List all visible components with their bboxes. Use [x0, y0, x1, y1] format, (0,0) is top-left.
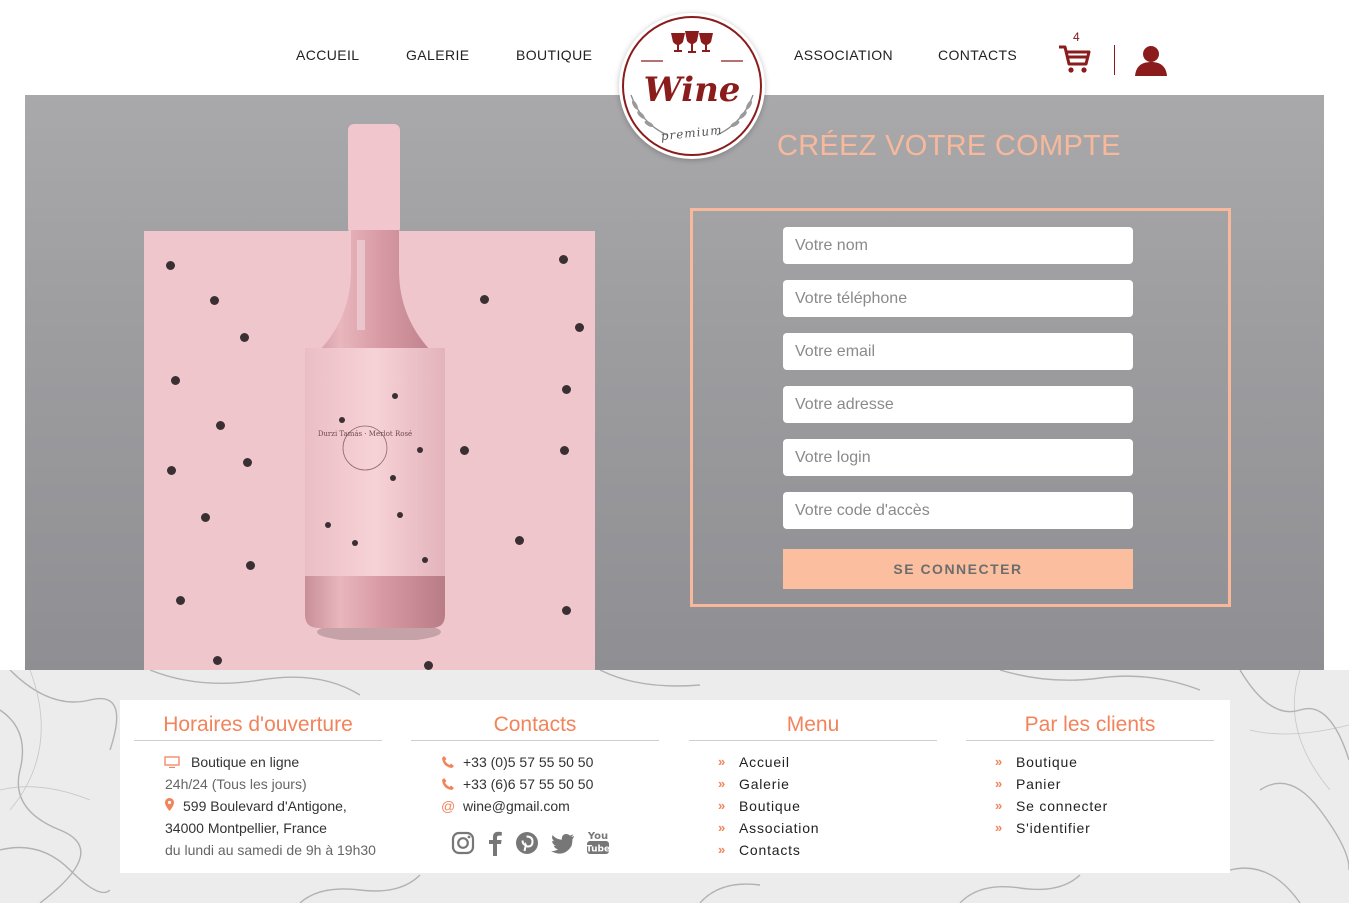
chevron-right-icon: » — [718, 820, 726, 835]
menu-rule — [689, 740, 937, 741]
cart-count-badge: 4 — [1073, 30, 1080, 44]
clients-title: Par les clients — [1024, 713, 1156, 736]
address-field[interactable] — [783, 386, 1133, 423]
site-footer: Horaires d'ouverture Boutique en ligne 2… — [0, 670, 1349, 903]
contacts-title: Contacts — [493, 713, 577, 736]
footer-client-sidentifier[interactable]: S'identifier — [1016, 820, 1091, 836]
chevron-right-icon: » — [718, 842, 726, 857]
hours-title: Horaires d'ouverture — [163, 713, 353, 736]
youtube-icon[interactable]: You Tube — [586, 828, 610, 856]
address-line-1: 599 Boulevard d'Antigone, — [183, 798, 347, 814]
online-hours: 24h/24 (Tous les jours) — [165, 776, 307, 792]
location-pin-icon — [165, 798, 174, 811]
nav-galerie[interactable]: GALERIE — [406, 47, 470, 63]
online-shop-label: Boutique en ligne — [191, 754, 300, 770]
page-title: CRÉEZ VOTRE COMPTE — [777, 130, 1121, 162]
instagram-icon[interactable] — [450, 830, 476, 856]
cart-icon[interactable] — [1058, 44, 1092, 74]
nav-accueil[interactable]: ACCUEIL — [296, 47, 359, 63]
nav-contacts[interactable]: CONTACTS — [938, 47, 1017, 63]
phone-icon — [442, 778, 454, 790]
hero-section: Durzi Tamás · Merlot Rosé CRÉEZ VOTRE CO… — [25, 95, 1324, 670]
phone-number-2[interactable]: +33 (6)6 57 55 50 50 — [463, 776, 593, 792]
nav-boutique[interactable]: BOUTIQUE — [516, 47, 592, 63]
email-field[interactable] — [783, 333, 1133, 370]
nav-association[interactable]: ASSOCIATION — [794, 47, 893, 63]
logo-emblem-icon: Wine premium — [622, 16, 762, 156]
svg-text:You: You — [587, 831, 608, 842]
footer-menu-galerie[interactable]: Galerie — [739, 776, 790, 792]
twitter-icon[interactable] — [550, 830, 576, 856]
chevron-right-icon: » — [718, 776, 726, 791]
footer-menu-accueil[interactable]: Accueil — [739, 754, 790, 770]
chevron-right-icon: » — [718, 754, 726, 769]
access-code-field[interactable] — [783, 492, 1133, 529]
footer-panel: Horaires d'ouverture Boutique en ligne 2… — [120, 700, 1230, 873]
submit-button[interactable]: SE CONNECTER — [783, 549, 1133, 589]
footer-menu-association[interactable]: Association — [739, 820, 819, 836]
menu-title: Menu — [786, 713, 840, 736]
opening-days: du lundi au samedi de 9h à 19h30 — [165, 842, 376, 858]
contacts-rule — [411, 740, 659, 741]
chevron-right-icon: » — [995, 798, 1003, 813]
pinterest-icon[interactable] — [514, 830, 540, 856]
bottle-label-text: Durzi Tamás · Merlot Rosé — [318, 430, 412, 438]
footer-menu-boutique[interactable]: Boutique — [739, 798, 801, 814]
hours-rule — [134, 740, 382, 741]
monitor-icon — [164, 756, 180, 768]
phone-field[interactable] — [783, 280, 1133, 317]
phone-number-1[interactable]: +33 (0)5 57 55 50 50 — [463, 754, 593, 770]
at-sign-icon: @ — [441, 798, 456, 814]
chevron-right-icon: » — [995, 776, 1003, 791]
logo-wordmark: Wine — [644, 70, 741, 110]
chevron-right-icon: » — [995, 820, 1003, 835]
name-field[interactable] — [783, 227, 1133, 264]
site-logo[interactable]: Wine premium — [619, 13, 765, 159]
phone-icon — [442, 756, 454, 768]
contact-email[interactable]: wine@gmail.com — [463, 798, 570, 814]
login-field[interactable] — [783, 439, 1133, 476]
footer-client-se-connecter[interactable]: Se connecter — [1016, 798, 1108, 814]
footer-client-panier[interactable]: Panier — [1016, 776, 1061, 792]
footer-menu-contacts[interactable]: Contacts — [739, 842, 801, 858]
wine-bottle-image: Durzi Tamás · Merlot Rosé — [305, 124, 445, 640]
facebook-icon[interactable] — [482, 830, 508, 856]
user-account-icon[interactable] — [1134, 44, 1168, 76]
chevron-right-icon: » — [718, 798, 726, 813]
chevron-right-icon: » — [995, 754, 1003, 769]
footer-client-boutique[interactable]: Boutique — [1016, 754, 1078, 770]
header-divider — [1114, 45, 1115, 75]
address-line-2: 34000 Montpellier, France — [165, 820, 327, 836]
clients-rule — [966, 740, 1214, 741]
svg-text:Tube: Tube — [586, 845, 610, 855]
